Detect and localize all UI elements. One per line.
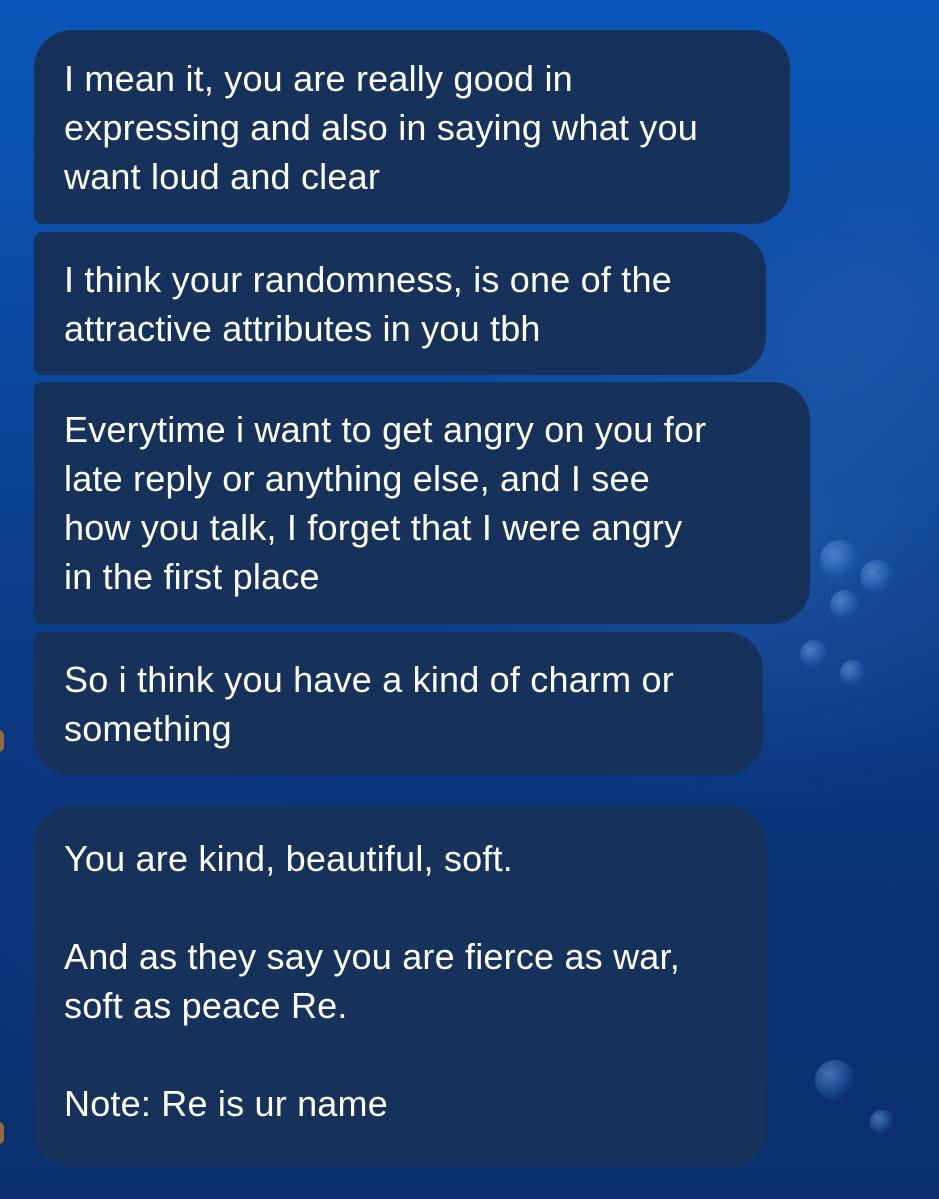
message-text: Everytime i want to get angry on you for… (64, 409, 707, 597)
message-text: I think your randomness, is one of the a… (64, 258, 672, 349)
message-bubble[interactable]: I think your randomness, is one of the a… (34, 232, 766, 375)
chat-thread: I mean it, you are really good in expres… (0, 0, 939, 1199)
message-text: So i think you have a kind of charm or s… (64, 658, 674, 749)
message-bubble[interactable]: Everytime i want to get angry on you for… (34, 382, 810, 624)
message-text: I mean it, you are really good in expres… (64, 57, 698, 197)
message-bubble[interactable]: You are kind, beautiful, soft. And as th… (34, 806, 766, 1166)
message-paragraph: You are kind, beautiful, soft. (64, 838, 513, 879)
message-paragraph: Note: Re is ur name (64, 1083, 388, 1124)
message-bubble[interactable]: I mean it, you are really good in expres… (34, 30, 790, 224)
message-bubble[interactable]: So i think you have a kind of charm or s… (34, 632, 763, 775)
message-paragraph: And as they say you are fierce as war, s… (64, 936, 680, 1026)
